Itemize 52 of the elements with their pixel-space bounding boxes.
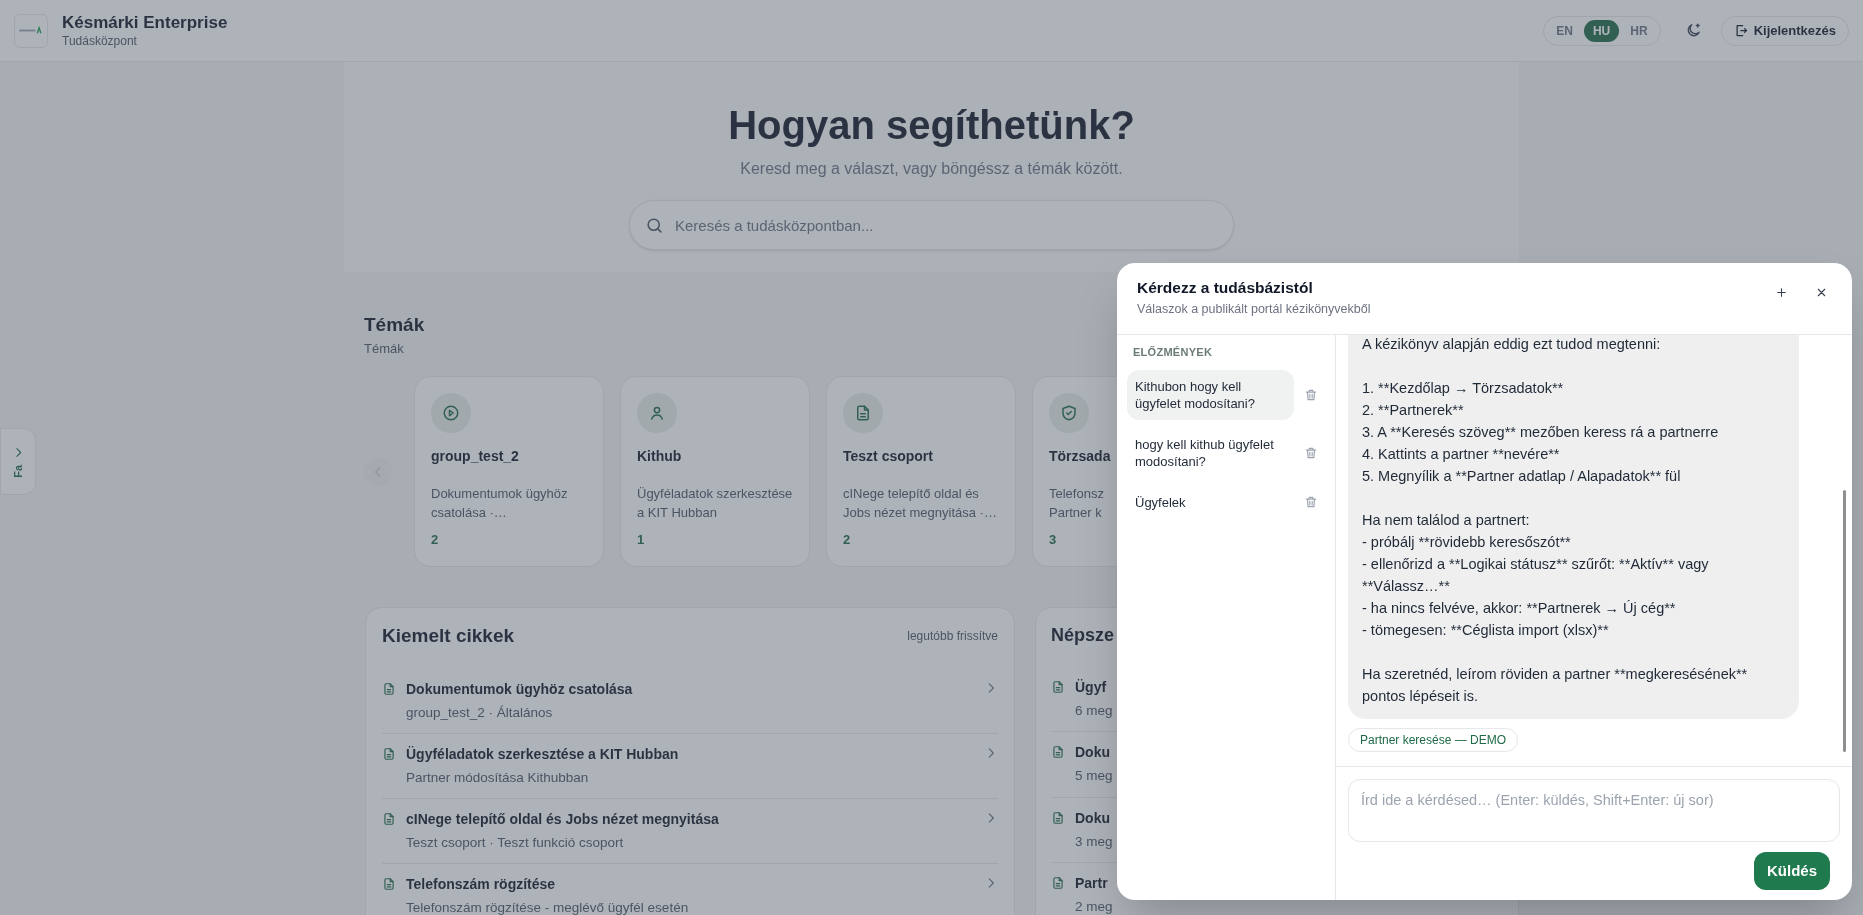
article-meta: 6 meg [1075, 702, 1113, 720]
section-title: Témák [364, 313, 426, 337]
card-title: Népsze [1051, 624, 1115, 647]
topic-count: 3 [1049, 531, 1057, 549]
article-meta: 3 meg [1075, 832, 1113, 851]
history-heading: ELŐZMÉNYEK [1132, 345, 1214, 360]
dialog-subtitle: Válaszok a publikált portál kézikönyvekből [1137, 301, 1372, 318]
section-subtitle: Témák [364, 340, 404, 358]
topic-description: Dokumentumok ügyhöz csatolása ·… [431, 485, 568, 522]
brand-subtitle: Tudásközpont [62, 33, 138, 49]
message-text: 1. **Kezdőlap → Törzsadatok** [1362, 379, 1565, 398]
message-text: 2. **Partnerek** [1362, 401, 1465, 420]
article-title: Doku [1075, 808, 1110, 828]
message-text: Ha nem találod a partnert: [1362, 511, 1531, 530]
article-meta: 2 meg [1075, 897, 1113, 915]
article-title: Partr [1075, 873, 1108, 893]
message-text: - próbálj **rövidebb keresőszót** [1362, 533, 1572, 552]
article-title: cINege telepítő oldal és Jobs nézet megnyitása [406, 810, 719, 829]
article-meta: group_test_2 · Általános [406, 703, 553, 722]
article-meta: Telefonszám rögzítése - meglévő ügyfél esetén [406, 899, 689, 915]
message-text: Ha szeretnéd, leírom röviden a partner **megkeresésének** pontos lépéseit is. [1362, 665, 1749, 706]
message-text: A kézikönyv alapján eddig ezt tudod megtenni: [1362, 335, 1662, 354]
topic-description: Telefonsz Partner k [1049, 485, 1104, 522]
message-text: 3. A **Keresés szöveg** mezőben keress rá a partnerre [1362, 423, 1720, 442]
topic-count: 1 [637, 531, 645, 549]
message-text: 5. Megnyílik a **Partner adatlap / Alapadatok** fül [1362, 467, 1682, 486]
topic-count: 2 [843, 531, 851, 549]
message-text: - tömegesen: **Céglista import (xlsx)** [1362, 621, 1610, 640]
article-title: Doku [1075, 743, 1110, 763]
topic-title: Teszt csoport [843, 447, 933, 466]
article-meta: Teszt csoport · Teszt funkció csoport [406, 834, 624, 852]
article-title: Ügyféladatok szerkesztése a KIT Hubban [406, 744, 679, 764]
topic-title: group_test_2 [431, 447, 519, 466]
topic-description: cINege telepítő oldal és Jobs nézet megnyitása ·… [843, 485, 997, 522]
hero-title: Hogyan segíthetünk? [728, 102, 1135, 149]
article-title: Ügyf [1075, 678, 1107, 697]
article-title: Telefonszám rögzítése [406, 875, 556, 895]
topic-title: Kithub [637, 447, 682, 466]
card-title: Kiemelt cikkek [382, 624, 515, 648]
hero-subtitle: Keresd meg a választ, vagy böngéssz a témák között. [740, 159, 1123, 179]
topic-description: Ügyféladatok szerkesztése a KIT Hubban [637, 485, 793, 522]
article-meta: 5 meg [1075, 767, 1113, 786]
message-text: - ha nincs felvéve, akkor: **Partnerek → Új cég** [1362, 599, 1677, 618]
message-text: - ellenőrizd a **Logikai státusz** szűrőt: **Aktív** vagy **Válassz…** [1362, 555, 1710, 596]
card-note: legutóbb frissítve [907, 628, 998, 646]
topic-title: Törzsada [1049, 447, 1111, 466]
brand-title: Késmárki Enterprise [62, 12, 228, 34]
dialog-title: Kérdezz a tudásbázistól [1137, 278, 1314, 298]
article-meta: Partner módosítása Kithubban [406, 768, 589, 787]
message-text: 4. Kattints a partner **nevére** [1362, 445, 1561, 464]
topic-count: 2 [431, 531, 439, 549]
article-title: Dokumentumok ügyhöz csatolása [406, 679, 633, 699]
